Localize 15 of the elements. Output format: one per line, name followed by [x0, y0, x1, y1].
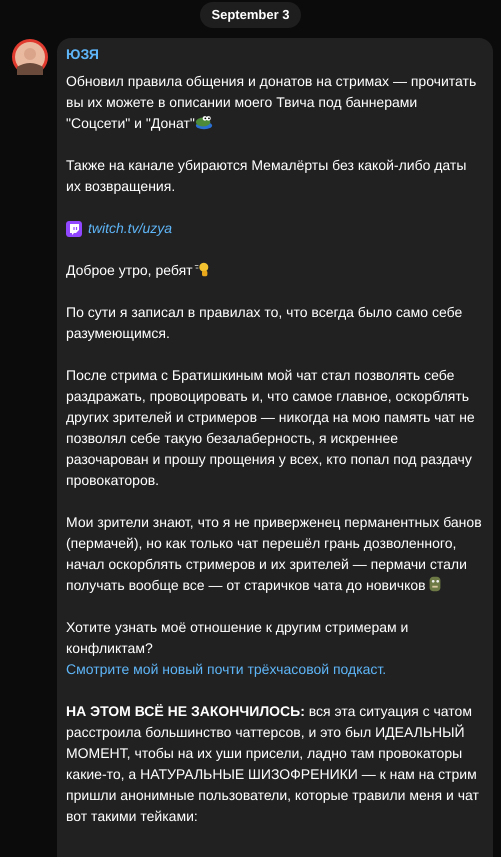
message-text: Обновил правила общения и донатов на стримах — прочитать вы их можете в описании моего Твича под баннерами "Соцсети" и "Донат" [66, 73, 476, 131]
message-text: Хотите узнать моё отношение к другим стримерам и конфликтам? [66, 618, 410, 658]
twitch-link[interactable]: twitch.tv/uzya [88, 218, 172, 239]
date-label: September 3 [200, 2, 301, 28]
twitch-icon [66, 220, 82, 236]
message-text: Доброе утро, ребят [66, 262, 211, 278]
message-text: Мои зрители знают, что я не приверженец перманентных банов (пермачей), но как только чат перешёл грань дозволенного, начал оскорблять стримеров и их зрителей — пермачи стали получать вообще все — от старичков чата до новичков [66, 514, 482, 593]
message-text: НА ЭТОМ ВСЁ НЕ ЗАКОНЧИЛОСЬ: вся эта ситуация с чатом расстроила большинство чаттерсов, и это был ИДЕАЛЬНЫЙ МОМЕНТ, чтобы на их уши присели, ладно там провокаторы какие-то, а НАТУРАЛЬНЫЕ ШИЗОФРЕНИКИ — к нам на стрим пришли анонимные пользователи, которые травили меня и чат вот такими тейками: [66, 703, 479, 824]
frog-icon [194, 113, 213, 131]
author-name[interactable]: ЮЗЯ [66, 44, 99, 64]
message-text: По сути я записал в правилах то, что всегда было само себе разумеющимся. [66, 304, 462, 341]
message-text: После стрима с Братишкиным мой чат стал позволять себе раздражать, провоцировать и, что самое главное, оскорблять других зрителей и стримеров — никогда на мою память чат не позволял себе такую безалаберность, я искреннее разочарован и прошу прощения у всех, кто попал под раздачу провокаторов. [66, 367, 475, 488]
message-text: Также на канале убираются Мемалёрты без какой-либо даты их возвращения. [66, 157, 466, 194]
avatar-icon[interactable] [12, 39, 48, 75]
podcast-link[interactable]: Смотрите мой новый почти трёхчасовой подкаст. [66, 659, 386, 680]
